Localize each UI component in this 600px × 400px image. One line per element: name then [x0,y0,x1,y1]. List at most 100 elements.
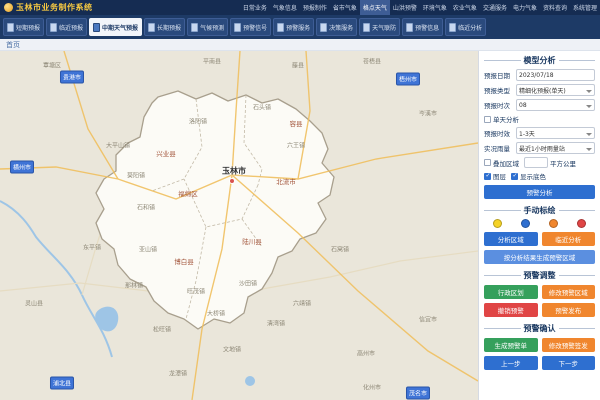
map-label-town: 覃塘区 [43,61,61,70]
tab-label: 临近预报 [59,23,83,32]
tab-label: 临近分析 [458,23,482,32]
tab-4[interactable]: 气候预测 [187,18,228,36]
topnav-item-5[interactable]: 山洪预警 [390,0,420,15]
select-1[interactable]: 精细化预报(单天) [516,84,595,96]
form-row: 实况雨量最近1小时雨量站 [484,142,595,154]
map-label-town: 高州市 [357,349,375,358]
tab-label: 预警信号 [243,23,267,32]
map-label-town: 沙田镇 [239,279,257,288]
document-icon [277,23,284,32]
tab-label: 气候预测 [200,23,224,32]
map-label-town: 葵阳镇 [127,171,145,180]
map-label-town: 石和镇 [137,203,155,212]
topnav-item-9[interactable]: 电力气象 [510,0,540,15]
tab-3[interactable]: 长期预报 [144,18,185,36]
blue-pen-icon[interactable] [521,219,530,228]
map-label-town: 旺茂镇 [187,287,205,296]
tab-7[interactable]: 决策服务 [316,18,357,36]
date-input-0[interactable]: 2023/07/18 [516,69,595,81]
map-label-town: 松旺镇 [153,325,171,334]
panel-body: 预报日期2023/07/18预报类型精细化预报(单天)预报时次08单天分析预报时… [484,69,595,370]
field-label: 预报类型 [484,85,514,95]
topnav-item-6[interactable]: 环境气象 [420,0,450,15]
tab-1[interactable]: 临近预报 [46,18,87,36]
button-row: 上一步下一步 [484,356,595,370]
checkbox-label: 显示底色 [520,171,546,181]
map-label-town: 岑溪市 [419,109,437,118]
document-icon [7,23,14,32]
tab-0[interactable]: 短期预报 [3,18,44,36]
checkbox[interactable] [484,116,491,123]
topnav-item-2[interactable]: 预报制作 [300,0,330,15]
red-pen-icon[interactable] [577,219,586,228]
topnav-item-1[interactable]: 气象信息 [270,0,300,15]
panel-button[interactable]: 下一步 [542,356,596,370]
pen-color-row [484,219,595,228]
tab-10[interactable]: 临近分析 [445,18,486,36]
button-row: 行政区划修改预警区域 [484,285,595,299]
map-label-town: 石窝镇 [331,245,349,254]
topnav-item-10[interactable]: 资料查询 [540,0,570,15]
map-label-marker[interactable]: 贵港市 [60,71,84,84]
topnav-item-3[interactable]: 省市气象 [330,0,360,15]
topnav-item-7[interactable]: 农业气象 [450,0,480,15]
form-row: 预报时效1-3天 [484,127,595,139]
panel-button[interactable]: 修改预警签发 [542,338,596,352]
tab-label: 中期天气预报 [102,23,138,32]
yellow-pen-icon[interactable] [493,219,502,228]
map-label-town: 化州市 [363,383,381,392]
map-label-county: 北流市 [276,176,296,186]
checkbox-label: 图层 [493,171,506,181]
app-logo-icon [4,3,13,12]
tab-2[interactable]: 中期天气预报 [89,18,142,36]
tab-label: 预警服务 [286,23,310,32]
topnav-item-11[interactable]: 系统管理 [570,0,600,15]
panel-button[interactable]: 预警发布 [542,303,596,317]
panel-button[interactable]: 按分析结果生成预警区域 [484,250,595,264]
tab-5[interactable]: 预警信号 [230,18,271,36]
map-label-marker[interactable]: 梧州市 [396,73,420,86]
checkbox[interactable] [484,159,491,166]
map-label-county: 博白县 [174,256,194,266]
tab-9[interactable]: 预警信息 [402,18,443,36]
breadcrumb[interactable]: 首页 [0,39,600,51]
field-label: 预报时次 [484,100,514,110]
map-label-marker[interactable]: 浦北县 [50,377,74,390]
map-label-town: 六靖镇 [293,299,311,308]
map-label-town: 六王镇 [287,141,305,150]
orange-pen-icon[interactable] [549,219,558,228]
breadcrumb-home-link[interactable]: 首页 [6,40,20,50]
select-2[interactable]: 08 [516,99,595,111]
panel-button[interactable]: 临近分析 [542,232,596,246]
panel-button[interactable]: 行政区划 [484,285,538,299]
tab-8[interactable]: 天气联防 [359,18,400,36]
map-canvas[interactable]: 覃塘区贵港市平南县藤县苍梧县梧州市岑溪市石头镇洛阳镇容县六王镇兴业县大平山镇葵阳… [0,51,478,400]
form-row: 预报类型精细化预报(单天) [484,84,595,96]
area-size-input[interactable] [524,157,548,168]
map-label-town: 灵山县 [25,299,43,308]
panel-button[interactable]: 上一步 [484,356,538,370]
button-row: 分析区域临近分析 [484,232,595,246]
panel-button[interactable]: 修改预警区域 [542,285,596,299]
map-label-marker[interactable]: 横州市 [10,161,34,174]
panel-button[interactable]: 分析区域 [484,232,538,246]
topnav-item-8[interactable]: 交通服务 [480,0,510,15]
topnav-item-0[interactable]: 日常业务 [240,0,270,15]
select-5[interactable]: 最近1小时雨量站 [516,142,595,154]
top-nav: 日常业务气象信息预报制作省市气象格点天气山洪预警环境气象农业气象交通服务电力气象… [240,0,600,15]
topnav-item-4[interactable]: 格点天气 [360,0,390,15]
map-label-town: 石头镇 [253,103,271,112]
map-label-town: 信宜市 [419,315,437,324]
panel-button[interactable]: 预警分析 [484,185,595,199]
map-label-marker[interactable]: 茂名市 [406,387,430,400]
check-row: 单天分析 [484,114,595,124]
select-4[interactable]: 1-3天 [516,127,595,139]
check-row: 图层 显示底色 [484,171,595,181]
panel-button[interactable]: 撤销预警 [484,303,538,317]
checkbox[interactable] [511,173,518,180]
tab-6[interactable]: 预警服务 [273,18,314,36]
map-label-town: 文地镇 [223,345,241,354]
checkbox[interactable] [484,173,491,180]
map-label-town: 苍梧县 [363,57,381,66]
panel-button[interactable]: 生成预警单 [484,338,538,352]
